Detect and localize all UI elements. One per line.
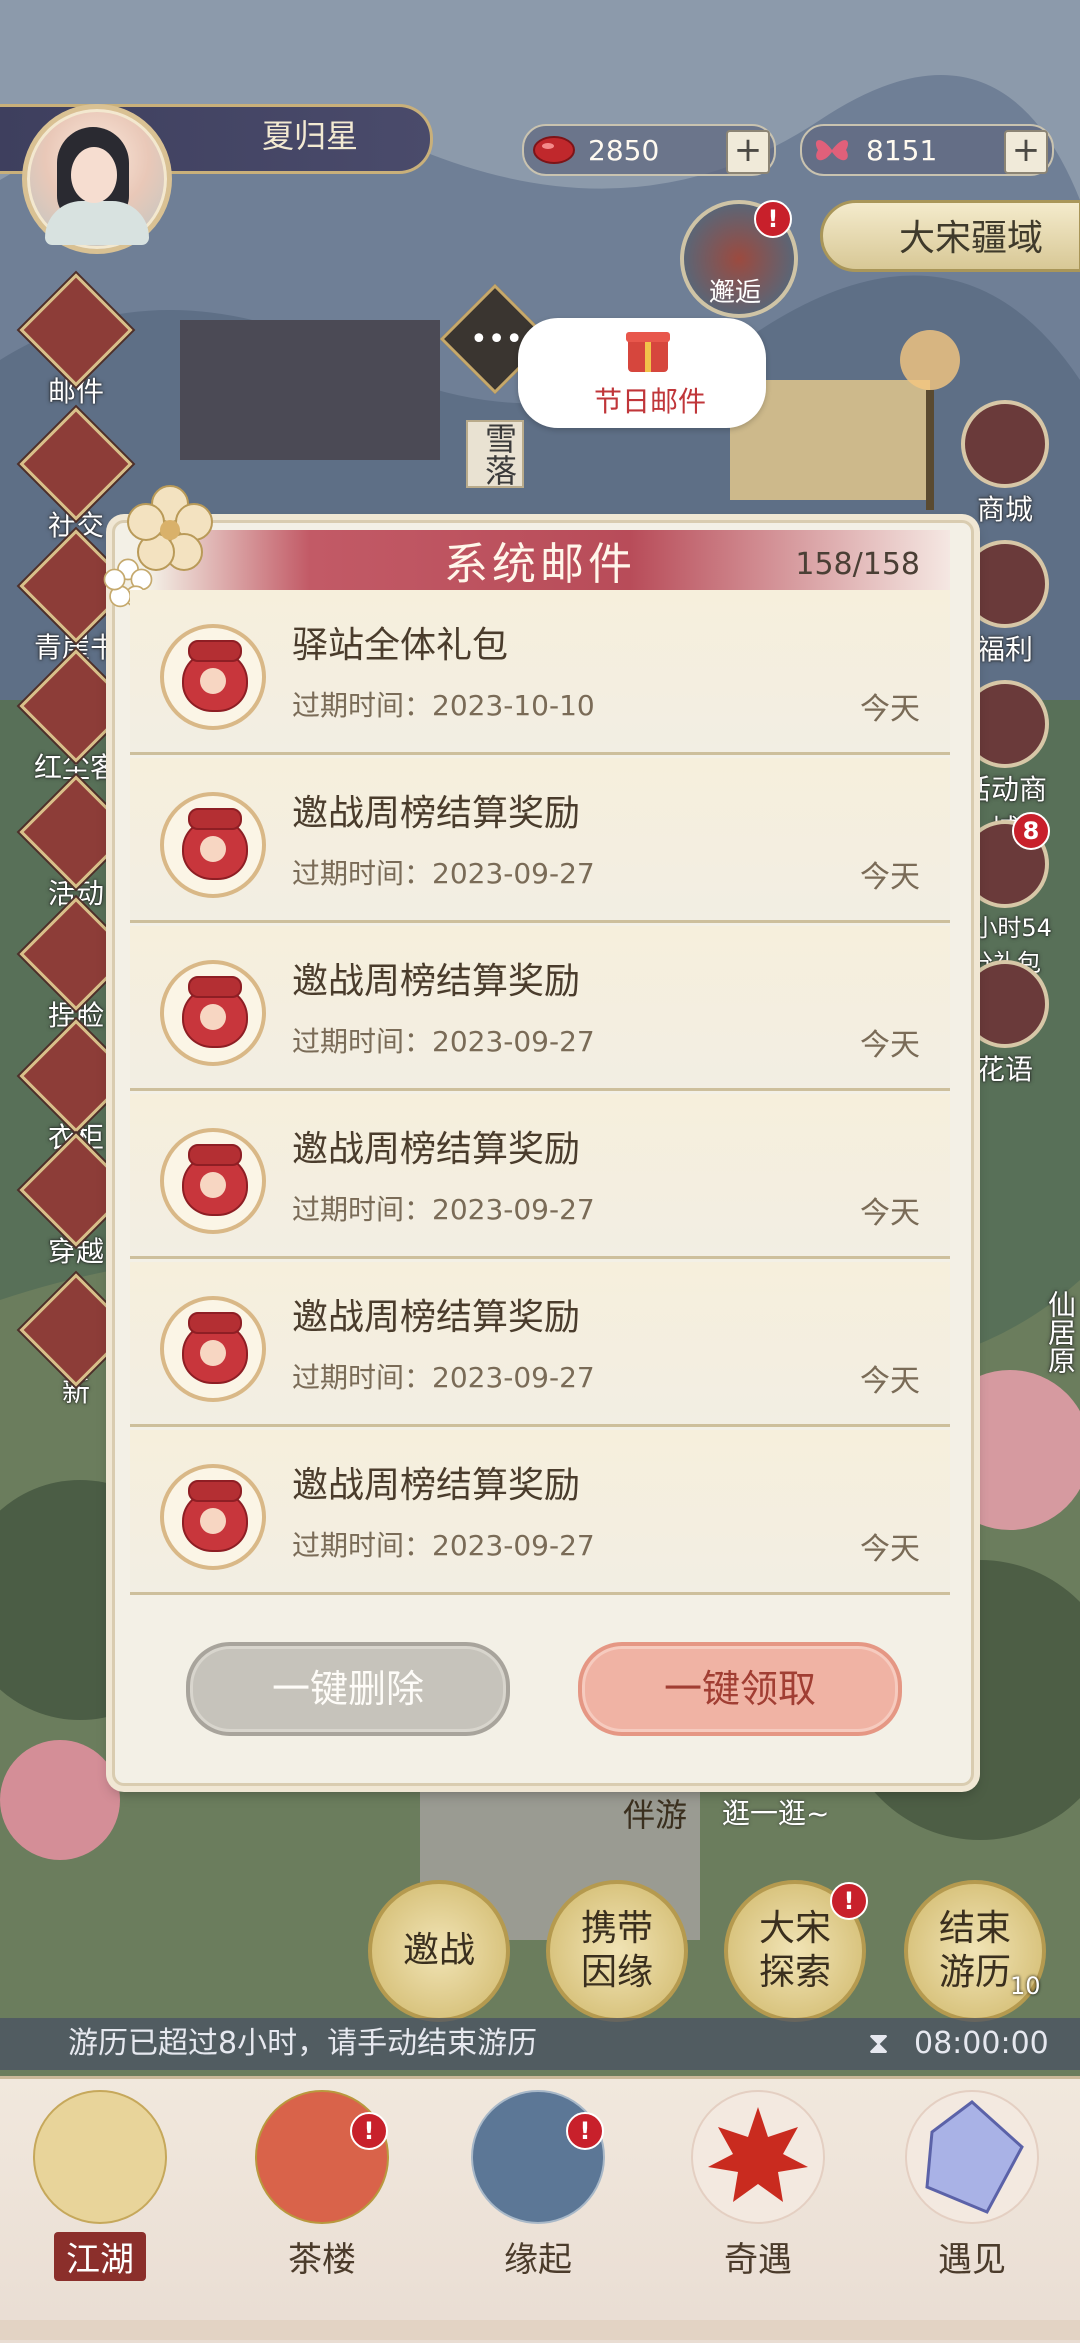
- bottom-strip: [0, 2320, 1080, 2340]
- mail-title: 邀战周榜结算奖励: [292, 1129, 581, 1170]
- song-explore-label: 大宋探索: [758, 1908, 831, 1993]
- mail-expire: 过期时间：2023-09-27: [292, 1193, 595, 1226]
- mail-item[interactable]: 邀战周榜结算奖励 过期时间：2023-09-27 今天: [130, 758, 950, 923]
- butterfly-count: 8151: [866, 133, 938, 167]
- book-stack-icon: [471, 2090, 605, 2224]
- delete-all-button[interactable]: 一键删除: [186, 1642, 510, 1736]
- challenge-button[interactable]: 邀战: [368, 1880, 510, 2022]
- explore-alert-badge: !: [830, 1882, 868, 1920]
- right-shop[interactable]: 商城: [950, 400, 1060, 528]
- mail-item[interactable]: 驿站全体礼包 过期时间：2023-10-10 今天: [130, 590, 950, 755]
- red-pouch-icon: [160, 624, 266, 730]
- hourglass-icon: ⧗: [868, 2026, 890, 2061]
- nav-jianghu-label: 江湖: [54, 2232, 146, 2281]
- right-immortal[interactable]: 仙居原: [1040, 1290, 1080, 1374]
- event-shop-icon: [961, 680, 1049, 768]
- red-gem-icon: [533, 136, 575, 164]
- end-travel-button[interactable]: 结束游历: [904, 1880, 1046, 2022]
- map-scroll-icon: [33, 2090, 167, 2224]
- side-travel[interactable]: 穿越: [19, 1133, 133, 1270]
- side-mail[interactable]: 邮件: [19, 273, 133, 410]
- teahouse-alert-badge: !: [350, 2112, 388, 2150]
- nav-jianghu[interactable]: 江湖: [10, 2090, 190, 2290]
- fate-alert-badge: !: [566, 2112, 604, 2150]
- nav-teahouse-label: 茶楼: [288, 2240, 356, 2280]
- add-gem-button[interactable]: +: [726, 130, 770, 174]
- currency-gem: 2850 +: [522, 124, 776, 176]
- side-event[interactable]: 活动: [19, 775, 133, 912]
- mail-expire: 过期时间：2023-09-27: [292, 1025, 595, 1058]
- shop-icon: [961, 400, 1049, 488]
- travel-timer: 08:00:00: [914, 2026, 1049, 2061]
- mail-title: 邀战周榜结算奖励: [292, 961, 581, 1002]
- mail-item[interactable]: 邀战周榜结算奖励 过期时间：2023-09-27 今天: [130, 1094, 950, 1259]
- nav-encounter[interactable]: 遇见: [882, 2090, 1062, 2290]
- mail-expire: 过期时间：2023-09-27: [292, 857, 595, 890]
- mail-item[interactable]: 邀战周榜结算奖励 过期时间：2023-09-27 今天: [130, 926, 950, 1091]
- mail-title: 邀战周榜结算奖励: [292, 1465, 581, 1506]
- mail-day: 今天: [860, 1028, 920, 1063]
- companion-label[interactable]: 伴游: [600, 1790, 710, 1850]
- holiday-mail-label: 节日邮件: [593, 385, 706, 418]
- mail-title: 邀战周榜结算奖励: [292, 1297, 581, 1338]
- add-butterfly-button[interactable]: +: [1004, 130, 1048, 174]
- mail-expire: 过期时间：2023-10-10: [292, 689, 595, 722]
- region-button[interactable]: 大宋疆域: [820, 200, 1080, 272]
- mail-day: 今天: [860, 860, 920, 895]
- mail-day: 今天: [860, 1196, 920, 1231]
- bring-fate-button[interactable]: 携带因缘: [546, 1880, 688, 2022]
- player-name: 夏归星: [261, 117, 358, 155]
- mail-day: 今天: [860, 692, 920, 727]
- currency-butterfly: 8151 +: [800, 124, 1054, 176]
- gem-count: 2850: [588, 133, 660, 167]
- chat-dots-icon: •••: [470, 322, 524, 357]
- meet-label: 邂逅: [708, 278, 761, 308]
- mail-title: 邀战周榜结算奖励: [292, 793, 581, 834]
- nav-encounter-label: 遇见: [938, 2240, 1006, 2280]
- red-pouch-icon: [160, 792, 266, 898]
- right-immortal-label: 仙居原: [1044, 1290, 1077, 1374]
- mail-item[interactable]: 邀战周榜结算奖励 过期时间：2023-09-27 今天: [130, 1430, 950, 1595]
- red-pouch-icon: [160, 1128, 266, 1234]
- side-new[interactable]: 新: [19, 1273, 133, 1410]
- mail-title: 驿站全体礼包: [292, 625, 509, 666]
- side-face[interactable]: 捏脸: [19, 897, 133, 1034]
- red-pouch-icon: [160, 1296, 266, 1402]
- travel-notice-message: 游历已超过8小时，请手动结束游历: [68, 2026, 538, 2061]
- nav-adventure[interactable]: 奇遇: [668, 2090, 848, 2290]
- end-travel-label: 结束游历: [938, 1908, 1011, 1993]
- welfare-icon: [961, 540, 1049, 628]
- nav-adventure-label: 奇遇: [724, 2240, 792, 2280]
- tea-pot-icon: [255, 2090, 389, 2224]
- mail-list: 驿站全体礼包 过期时间：2023-10-10 今天 邀战周榜结算奖励 过期时间：…: [130, 590, 950, 1598]
- red-pouch-icon: [160, 960, 266, 1066]
- mail-item[interactable]: 邀战周榜结算奖励 过期时间：2023-09-27 今天: [130, 1262, 950, 1427]
- pack-count-badge: 8: [1012, 812, 1050, 850]
- stroll-label[interactable]: 逛一逛~: [722, 1792, 882, 1832]
- end-travel-count: 10: [1010, 1972, 1041, 2000]
- mail-day: 今天: [860, 1532, 920, 1567]
- side-social[interactable]: 社交: [19, 407, 133, 544]
- meet-alert-badge: !: [754, 200, 792, 238]
- butterfly-icon: [815, 140, 849, 161]
- player-avatar[interactable]: [22, 104, 172, 254]
- mail-expire: 过期时间：2023-09-27: [292, 1529, 595, 1562]
- challenge-label: 邀战: [402, 1930, 475, 1971]
- mail-day: 今天: [860, 1364, 920, 1399]
- flower-icon: [961, 960, 1049, 1048]
- claim-all-button[interactable]: 一键领取: [578, 1642, 902, 1736]
- nav-fate-label: 缘起: [504, 2240, 572, 2280]
- mail-expire: 过期时间：2023-09-27: [292, 1361, 595, 1394]
- gift-box-icon: [626, 332, 670, 372]
- travel-notice-bar: 游历已超过8小时，请手动结束游历 ⧗ 08:00:00: [0, 2018, 1080, 2070]
- bring-fate-label: 携带因缘: [580, 1908, 653, 1993]
- crystal-icon: [905, 2090, 1039, 2224]
- snow-banner: 雪落: [466, 420, 524, 488]
- maple-leaf-icon: [691, 2090, 825, 2224]
- red-pouch-icon: [160, 1464, 266, 1570]
